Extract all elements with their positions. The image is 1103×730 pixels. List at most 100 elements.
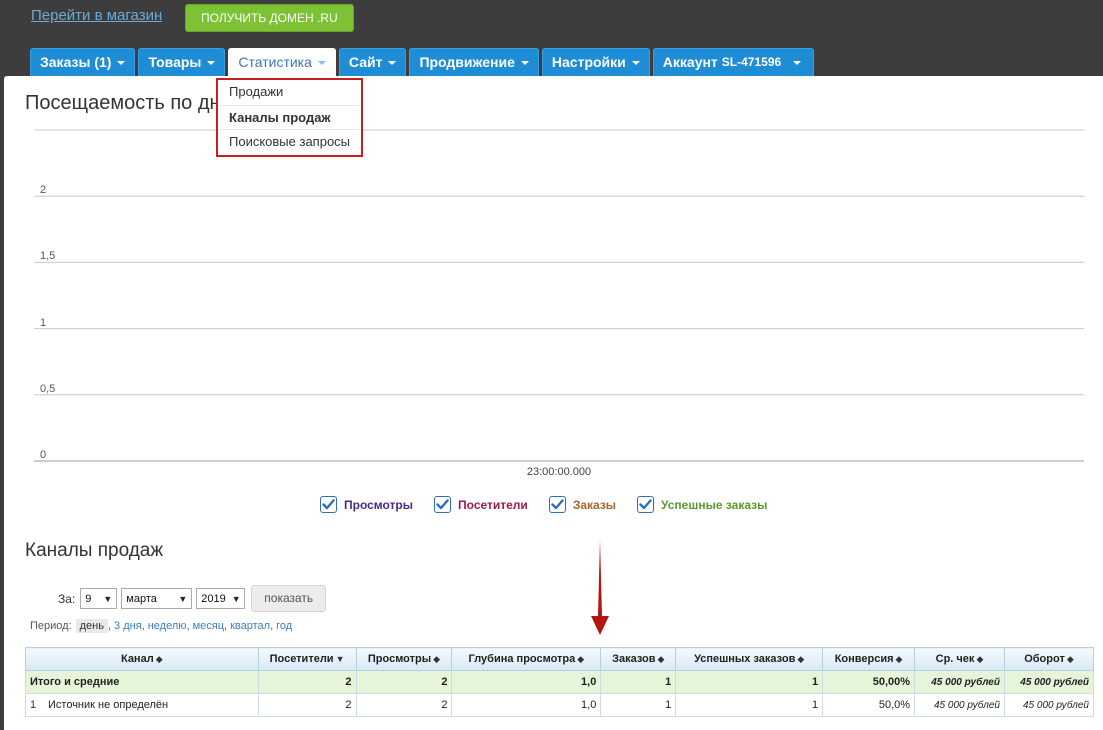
tab-account[interactable]: Аккаунт SL-471596	[652, 48, 815, 76]
table-total-row: Итого и средние 2 2 1,0 1 1 50,00% 45 00…	[25, 670, 1095, 694]
legend-label: Успешные заказы	[661, 497, 768, 512]
row-successful-orders: 1	[675, 693, 824, 717]
triangle-down-icon: ▼	[178, 593, 188, 604]
menu-item-sales[interactable]: Продажи	[220, 80, 359, 105]
caret-down-icon	[388, 60, 397, 65]
main-nav-tabs: Заказы (1) Товары Статистика Сайт Продви…	[30, 48, 817, 76]
total-turnover: 45 000 рублей	[1003, 670, 1095, 694]
legend-item[interactable]: Успешные заказы	[637, 496, 767, 513]
row-avg-check: 45 000 рублей	[914, 693, 1005, 717]
month-select[interactable]: марта ▼	[121, 588, 193, 609]
chart-grid	[34, 129, 1084, 462]
checkbox-checked-icon[interactable]	[434, 496, 452, 513]
col-header-views[interactable]: Просмотры ◆	[355, 647, 453, 671]
y-tick-label: 1,5	[40, 250, 56, 263]
col-header-orders[interactable]: Заказов ◆	[600, 647, 677, 671]
legend-item[interactable]: Просмотры	[320, 496, 413, 513]
go-to-store-link[interactable]: Перейти в магазин	[31, 7, 162, 24]
row-views: 2	[355, 693, 453, 717]
caret-down-icon	[520, 60, 529, 65]
sort-desc-icon: ▼	[335, 654, 345, 664]
period-link-year[interactable]: год	[276, 620, 292, 632]
top-bar: Перейти в магазин Получить домен .RU Зак…	[0, 0, 1103, 76]
sort-icon: ◆	[895, 654, 903, 664]
total-conversion: 50,00%	[822, 670, 916, 694]
total-avg-check: 45 000 рублей	[914, 670, 1005, 694]
legend-item[interactable]: Посетители	[434, 496, 528, 513]
col-header-channel[interactable]: Канал ◆	[25, 647, 259, 671]
sort-icon: ◆	[433, 654, 441, 664]
caret-down-icon	[793, 60, 802, 65]
sort-icon: ◆	[797, 654, 805, 664]
checkbox-checked-icon[interactable]	[548, 496, 566, 513]
sales-channels-table: Канал ◆ Посетители ▼ Просмотры ◆ Глубина пр…	[25, 647, 1095, 717]
filter-label: За:	[58, 591, 76, 606]
row-visitors: 2	[257, 693, 357, 717]
checkbox-checked-icon[interactable]	[637, 496, 655, 513]
total-label: Итого и средние	[25, 670, 259, 694]
tab-orders[interactable]: Заказы (1)	[30, 48, 136, 76]
legend-label: Посетители	[458, 497, 528, 512]
total-views: 2	[355, 670, 453, 694]
traffic-chart: 0 0,5 1 1,5 2 23:00:00.000	[34, 126, 1084, 481]
checkbox-checked-icon[interactable]	[320, 496, 337, 513]
period-selector: Период: день, 3 дня, неделю, месяц, квар…	[30, 619, 293, 633]
main-content: Посещаемость по дн Продажи Каналы продаж…	[4, 76, 1103, 730]
caret-down-icon	[207, 60, 216, 65]
sort-icon: ◆	[657, 654, 665, 664]
tab-settings[interactable]: Настройки	[541, 48, 650, 76]
show-button[interactable]: показать	[251, 585, 327, 612]
y-tick-label: 0	[40, 449, 47, 461]
sales-channels-title: Каналы продаж	[25, 540, 164, 561]
table-row: 1 Источник не определён 2 2 1,0 1 1 50,0%…	[25, 693, 1095, 717]
year-select[interactable]: 2019 ▼	[196, 588, 246, 609]
row-turnover: 45 000 рублей	[1003, 693, 1095, 717]
period-link-quarter[interactable]: квартал	[230, 620, 270, 632]
red-arrow-down-icon	[591, 540, 609, 635]
row-conversion: 50,0%	[822, 693, 916, 717]
period-link-month[interactable]: месяц	[193, 620, 224, 632]
col-header-visitors[interactable]: Посетители ▼	[257, 647, 357, 671]
col-header-turnover[interactable]: Оборот ◆	[1003, 647, 1095, 671]
menu-item-search-queries[interactable]: Поисковые запросы	[220, 130, 359, 155]
col-header-conversion[interactable]: Конверсия ◆	[822, 647, 916, 671]
period-label: Период:	[30, 620, 72, 632]
chart-legend: Просмотры Посетители Заказы Успешные заказы	[320, 496, 767, 513]
y-tick-label: 2	[40, 184, 47, 197]
get-domain-button[interactable]: Получить домен .RU	[185, 4, 354, 32]
traffic-title: Посещаемость по дн	[25, 92, 221, 114]
total-depth: 1,0	[451, 670, 602, 694]
statistics-dropdown-menu: Продажи Каналы продаж Поисковые запросы	[216, 78, 363, 157]
tab-site[interactable]: Сайт	[338, 48, 407, 76]
period-current: день	[75, 619, 108, 633]
row-number: 1	[30, 699, 37, 711]
sort-icon: ◆	[577, 654, 585, 664]
total-successful-orders: 1	[675, 670, 824, 694]
triangle-down-icon: ▼	[103, 593, 113, 604]
total-visitors: 2	[257, 670, 357, 694]
period-link-3days[interactable]: 3 дня	[114, 620, 142, 632]
total-orders: 1	[600, 670, 677, 694]
row-channel: 1 Источник не определён	[25, 693, 259, 717]
legend-label: Заказы	[572, 497, 617, 512]
sort-icon: ◆	[1066, 654, 1074, 664]
legend-label: Просмотры	[344, 497, 414, 512]
x-tick-label: 23:00:00.000	[526, 466, 592, 478]
legend-item[interactable]: Заказы	[548, 496, 617, 513]
col-header-avg-check[interactable]: Ср. чек ◆	[914, 647, 1005, 671]
period-link-week[interactable]: неделю	[148, 620, 187, 632]
menu-item-sales-channels[interactable]: Каналы продаж	[220, 105, 359, 130]
col-header-depth[interactable]: Глубина просмотра ◆	[451, 647, 602, 671]
col-header-successful-orders[interactable]: Успешных заказов ◆	[675, 647, 824, 671]
tab-promotion[interactable]: Продвижение	[409, 48, 539, 76]
row-orders: 1	[600, 693, 677, 717]
triangle-down-icon: ▼	[231, 593, 241, 604]
y-tick-label: 1	[40, 316, 47, 329]
caret-down-icon	[631, 60, 640, 65]
day-select[interactable]: 9 ▼	[80, 588, 118, 609]
sort-icon: ◆	[155, 654, 163, 664]
y-tick-label: 0,5	[40, 382, 56, 395]
tab-statistics[interactable]: Статистика	[228, 48, 336, 76]
tab-products[interactable]: Товары	[138, 48, 226, 76]
caret-down-icon	[117, 60, 126, 65]
